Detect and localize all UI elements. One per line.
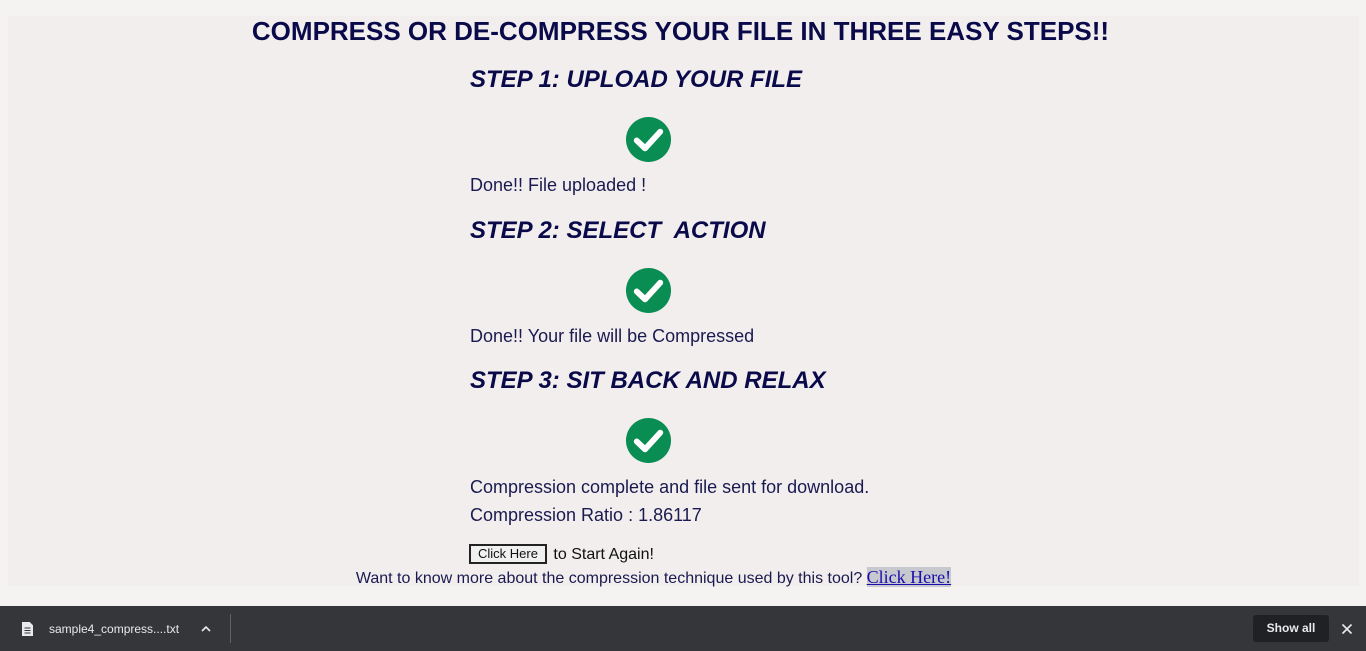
more-info-text: Want to know more about the compression … — [355, 570, 863, 587]
download-bar: sample4_compress....txt Show all — [0, 606, 1366, 651]
step-2-status-message: Done!! Your file will be Compressed — [470, 326, 755, 346]
page-content: COMPRESS OR DE-COMPRESS YOUR FILE IN THR… — [8, 16, 1359, 589]
step-2-checkmark-icon — [625, 267, 672, 314]
step-3-checkmark-icon — [625, 417, 672, 464]
page-title: COMPRESS OR DE-COMPRESS YOUR FILE IN THR… — [251, 16, 1110, 46]
step-1-title: STEP 1: UPLOAD YOUR FILE — [470, 66, 803, 93]
step-3-title: STEP 3: SIT BACK AND RELAX — [470, 367, 826, 394]
compression-ratio: Compression Ratio : 1.86117 — [470, 505, 702, 525]
step-1-checkmark-icon — [625, 116, 672, 163]
start-again-button[interactable]: Click Here — [469, 544, 547, 564]
download-item[interactable]: sample4_compress....txt — [0, 606, 230, 651]
step-2-title: STEP 2: SELECT ACTION — [470, 217, 766, 244]
compression-complete-message: Compression complete and file sent for d… — [470, 477, 870, 497]
close-icon[interactable] — [1341, 623, 1353, 635]
start-again-label: to Start Again! — [553, 546, 654, 563]
restart-row: Click Here to Start Again! — [469, 544, 654, 565]
chevron-up-icon[interactable] — [200, 624, 212, 634]
step-1-status-message: Done!! File uploaded ! — [470, 175, 647, 195]
download-divider — [230, 614, 231, 643]
download-file-name: sample4_compress....txt — [49, 622, 180, 636]
document-icon — [22, 622, 33, 636]
more-info-link[interactable]: Click Here! — [866, 567, 952, 587]
show-all-button[interactable]: Show all — [1253, 615, 1329, 642]
more-info-row: Want to know more about the compression … — [8, 567, 1299, 589]
